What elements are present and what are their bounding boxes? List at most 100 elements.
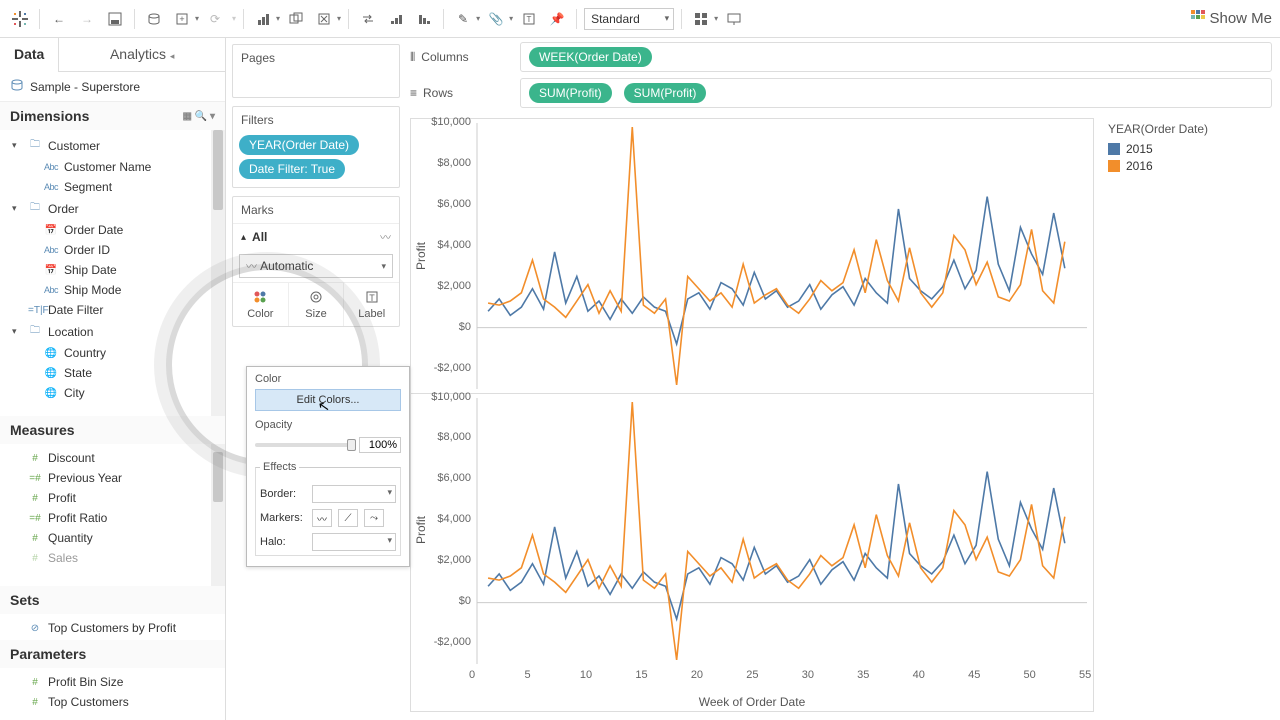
markers-label: Markers: <box>260 512 306 524</box>
row-pill-profit2[interactable]: SUM(Profit) <box>624 83 707 103</box>
row-pill-profit1[interactable]: SUM(Profit) <box>529 83 612 103</box>
data-source[interactable]: Sample - Superstore <box>0 72 225 102</box>
effects-label: Effects <box>260 461 299 473</box>
halo-label: Halo: <box>260 536 306 548</box>
swap-icon[interactable]: ▾ <box>251 7 280 31</box>
columns-label: ⦀Columns <box>410 50 510 65</box>
columns-shelf[interactable]: WEEK(Order Date) <box>520 42 1272 72</box>
fit-mode-select[interactable]: Standard <box>584 8 674 30</box>
color-icon <box>253 289 267 305</box>
opacity-slider[interactable] <box>255 443 353 447</box>
sort-asc-icon[interactable] <box>384 7 408 31</box>
show-me-button[interactable]: Show Me <box>1209 10 1272 27</box>
mea-profit[interactable]: #Profit <box>0 488 225 508</box>
toolbar: ← → +▾ ⟳ ▾ ▾ ▾ ✎▾ 📎▾ T 📌 Standard ▾ Show… <box>0 0 1280 38</box>
new-datasource-icon[interactable] <box>142 7 166 31</box>
dim-country[interactable]: 🌐Country <box>0 343 225 363</box>
label-icon: T <box>365 289 379 305</box>
marker-none[interactable]: 〰 <box>312 509 332 527</box>
color-popup-title: Color <box>255 373 401 385</box>
color-legend[interactable]: YEAR(Order Date) 2015 2016 <box>1102 118 1272 712</box>
x-axis-label: Week of Order Date <box>411 689 1093 711</box>
svg-text:T: T <box>527 15 532 24</box>
pause-updates-dropdown[interactable]: +▾ <box>170 7 199 31</box>
highlight-icon[interactable]: ✎▾ <box>451 7 480 31</box>
dim-location-folder[interactable]: ▾🗀Location <box>0 320 225 343</box>
pin-icon[interactable]: 📌 <box>545 7 569 31</box>
param-profit-bin[interactable]: #Profit Bin Size <box>0 672 225 692</box>
marks-type-select[interactable]: 〰 Automatic ▾ <box>239 254 393 278</box>
duplicate-icon[interactable] <box>284 7 308 31</box>
filters-card: Filters YEAR(Order Date) Date Filter: Tr… <box>232 106 400 188</box>
refresh-icon[interactable]: ⟳ <box>203 7 227 31</box>
legend-title: YEAR(Order Date) <box>1108 122 1266 136</box>
dim-ship-mode[interactable]: AbcShip Mode <box>0 280 225 300</box>
rows-shelf[interactable]: SUM(Profit) SUM(Profit) <box>520 78 1272 108</box>
param-top-customers[interactable]: #Top Customers <box>0 692 225 712</box>
pages-card: Pages <box>232 44 400 98</box>
mea-prev-year[interactable]: =#Previous Year <box>0 468 225 488</box>
marks-card: Marks ▴ All 〰 〰 Automatic ▾ Color Size <box>232 196 400 327</box>
save-icon[interactable] <box>103 7 127 31</box>
plot-area[interactable]: Profit-$2,000$0$2,000$4,000$6,000$8,000$… <box>410 118 1094 712</box>
data-source-label: Sample - Superstore <box>30 80 140 94</box>
datasource-icon <box>10 78 24 95</box>
dim-date-filter[interactable]: =T|FDate Filter <box>0 300 225 320</box>
dim-order-date[interactable]: 📅Order Date <box>0 220 225 240</box>
tableau-logo-icon <box>8 7 32 31</box>
dimensions-header: Dimensions ▦ 🔍 ▾ <box>0 102 225 130</box>
forward-icon[interactable]: → <box>75 7 99 31</box>
rows-icon: ≡ <box>410 86 417 100</box>
parameters-header: Parameters <box>0 640 225 668</box>
marker-all[interactable]: ⟋ <box>338 509 358 527</box>
dim-customer-name[interactable]: AbcCustomer Name <box>0 157 225 177</box>
sort-desc-icon[interactable] <box>412 7 436 31</box>
mea-sales[interactable]: #Sales <box>0 548 225 568</box>
dim-segment[interactable]: AbcSegment <box>0 177 225 197</box>
dim-customer-folder[interactable]: ▾🗀Customer <box>0 134 225 157</box>
group-icon[interactable]: 📎▾ <box>484 7 513 31</box>
back-icon[interactable]: ← <box>47 7 71 31</box>
set-top-customers[interactable]: ⊘Top Customers by Profit <box>0 618 225 638</box>
dim-state[interactable]: 🌐State <box>0 363 225 383</box>
marker-selected[interactable]: ⤳ <box>364 509 384 527</box>
sets-header: Sets <box>0 586 225 614</box>
filter-pill-datefilter[interactable]: Date Filter: True <box>239 159 345 179</box>
legend-item-2015[interactable]: 2015 <box>1108 142 1266 156</box>
show-labels-icon[interactable]: T <box>517 7 541 31</box>
col-pill-week[interactable]: WEEK(Order Date) <box>529 47 652 67</box>
columns-icon: ⦀ <box>410 50 415 65</box>
mea-discount[interactable]: #Discount <box>0 448 225 468</box>
show-me-icon <box>1191 10 1205 27</box>
size-icon <box>309 289 323 305</box>
new-worksheet-icon[interactable]: + <box>170 7 194 31</box>
dim-order-id[interactable]: AbcOrder ID <box>0 240 225 260</box>
dim-order-folder[interactable]: ▾🗀Order <box>0 197 225 220</box>
legend-item-2016[interactable]: 2016 <box>1108 159 1266 173</box>
data-pane: Data Analytics ◂ Sample - Superstore Dim… <box>0 38 226 720</box>
tab-data[interactable]: Data <box>0 38 58 72</box>
clear-icon[interactable]: ▾ <box>312 7 341 31</box>
mea-profit-ratio[interactable]: =#Profit Ratio <box>0 508 225 528</box>
cards-icon[interactable]: ▾ <box>689 7 718 31</box>
svg-text:+: + <box>179 14 184 24</box>
marks-all-row[interactable]: ▴ All 〰 <box>233 223 399 250</box>
dim-city[interactable]: 🌐City <box>0 383 225 403</box>
halo-select[interactable] <box>312 533 396 551</box>
mea-quantity[interactable]: #Quantity <box>0 528 225 548</box>
measures-header: Measures <box>0 416 225 444</box>
marks-label-button[interactable]: T Label <box>344 283 399 326</box>
filter-pill-year[interactable]: YEAR(Order Date) <box>239 135 359 155</box>
opacity-input[interactable] <box>359 437 401 453</box>
svg-text:T: T <box>369 293 375 303</box>
dim-ship-date[interactable]: 📅Ship Date <box>0 260 225 280</box>
presentation-icon[interactable] <box>722 7 746 31</box>
swap-rows-cols-icon[interactable] <box>356 7 380 31</box>
opacity-label: Opacity <box>255 419 401 431</box>
tab-analytics[interactable]: Analytics ◂ <box>58 38 225 71</box>
rows-label: ≡Rows <box>410 86 510 100</box>
border-select[interactable] <box>312 485 396 503</box>
border-label: Border: <box>260 488 306 500</box>
marks-color-button[interactable]: Color <box>233 283 289 326</box>
marks-size-button[interactable]: Size <box>289 283 345 326</box>
